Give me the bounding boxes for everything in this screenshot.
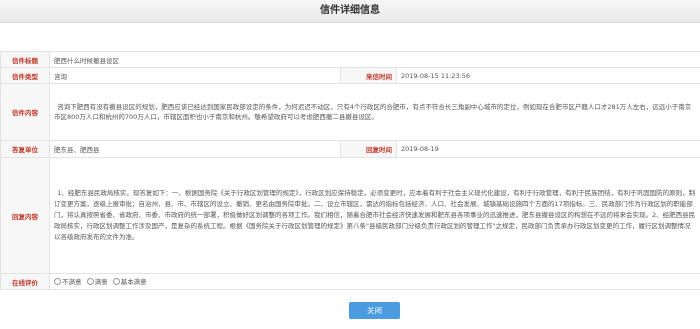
letter-time-label: 来信时间 xyxy=(340,67,397,84)
reply-time-value: 2019-08-19 xyxy=(395,140,700,158)
reply-unit-value: 肥东县、肥西县 xyxy=(49,140,341,158)
radio-icon[interactable] xyxy=(54,277,61,285)
content-label: 信件内容 xyxy=(0,83,50,141)
subject-value: 肥西什么时候撤县设区 xyxy=(48,51,700,68)
radio-icon[interactable] xyxy=(86,277,94,285)
letter-content: 咨询下肥西有没有撤县设区的规划，肥西应该已经达到国家民政部设定的条件，为何迟迟不… xyxy=(54,103,692,121)
reply-content: 1、经肥东县民政局核实，现答复如下：一、根据国务院《关于行政区划管理的规定》，行… xyxy=(54,189,696,241)
type-label: 信件类型 xyxy=(0,67,50,84)
type-value: 咨询 xyxy=(49,67,341,84)
rating-options: 不满意 满意 基本满意 xyxy=(48,273,700,290)
letter-time-value: 2019-08-15 11:23:56 xyxy=(395,67,700,84)
rating-option-satisfied[interactable]: 满意 xyxy=(86,276,108,286)
close-button[interactable]: 关闭 xyxy=(349,302,400,319)
reply-content-label: 回复内容 xyxy=(0,157,50,274)
rating-option-unsatisfied[interactable]: 不满意 xyxy=(54,276,82,286)
rating-option-basically-satisfied[interactable]: 基本满意 xyxy=(112,276,147,286)
rating-label: 在线评价 xyxy=(0,273,50,290)
page-title: 信件详细信息 xyxy=(0,0,700,23)
reply-unit-label: 答复单位 xyxy=(0,140,50,158)
radio-icon[interactable] xyxy=(112,277,120,285)
reply-time-label: 回复时间 xyxy=(340,140,397,158)
subject-label: 信件标题 xyxy=(0,51,50,68)
letter-detail-table: 信件标题 肥西什么时候撤县设区 信件类型 咨询 来信时间 2019-08-15 … xyxy=(0,51,700,290)
